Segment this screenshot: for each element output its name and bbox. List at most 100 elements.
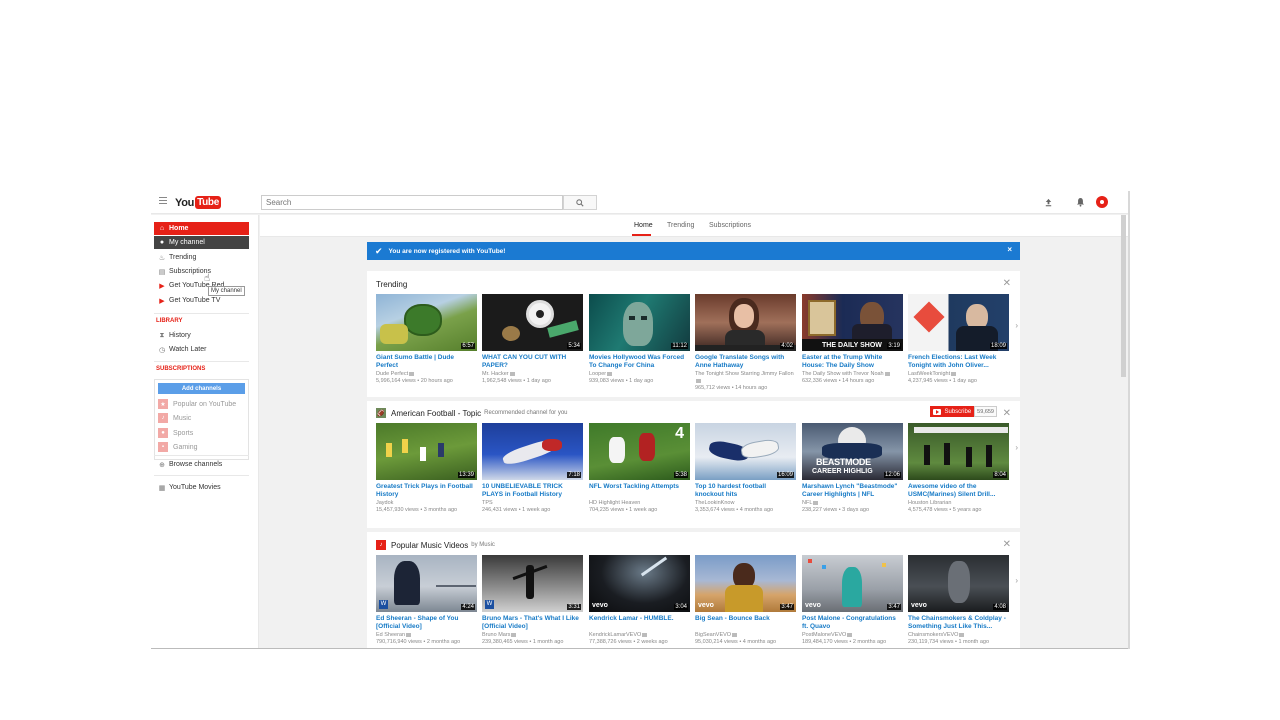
video-channel[interactable]: NFL	[802, 500, 903, 507]
video-channel[interactable]: Bruno Mars	[482, 632, 583, 639]
video-channel[interactable]: LastWeekTonight	[908, 371, 1009, 378]
video-title[interactable]: French Elections: Last Week Tonight with…	[908, 354, 1009, 370]
video-title[interactable]: Big Sean - Bounce Back	[695, 615, 796, 631]
video-tile[interactable]: vevo 3:47 Post Malone - Congratulations …	[802, 555, 903, 646]
video-title[interactable]: The Chainsmokers & Coldplay - Something …	[908, 615, 1009, 631]
video-tile[interactable]: 5:34 WHAT CAN YOU CUT WITH PAPER? Mr. Ha…	[482, 294, 583, 385]
search-button[interactable]	[563, 195, 597, 210]
guide-item-subscriptions[interactable]: ▤ Subscriptions	[154, 265, 249, 278]
video-tile[interactable]: 4:02 Google Translate Songs with Anne Ha…	[695, 294, 796, 392]
video-tile[interactable]: 7:18 10 UNBELIEVABLE TRICK PLAYS in Foot…	[482, 423, 583, 514]
video-title[interactable]: WHAT CAN YOU CUT WITH PAPER?	[482, 354, 583, 370]
video-tile[interactable]: vevo 3:47 Big Sean - Bounce Back BigSean…	[695, 555, 796, 646]
shelf-title[interactable]: Trending	[376, 280, 407, 289]
video-channel[interactable]: Jaydok	[376, 500, 477, 507]
chevron-right-icon[interactable]: ›	[1015, 576, 1018, 585]
guide-item-watch-later[interactable]: ◷ Watch Later	[154, 343, 249, 356]
video-channel[interactable]: Looper	[589, 371, 690, 378]
video-channel[interactable]: Mr. Hacker	[482, 371, 583, 378]
video-tile[interactable]: W 4:24 Ed Sheeran - Shape of You [Offici…	[376, 555, 477, 646]
video-thumbnail[interactable]: W 4:24	[376, 555, 477, 612]
video-tile[interactable]: vevo 4:08 The Chainsmokers & Coldplay - …	[908, 555, 1009, 646]
bell-icon[interactable]	[1074, 196, 1086, 208]
guide-item-browse-channels[interactable]: ⊕ Browse channels	[154, 458, 249, 471]
guide-item-trending[interactable]: ♨ Trending	[154, 251, 249, 264]
video-title[interactable]: Easter at the Trump White House: The Dai…	[802, 354, 903, 370]
video-tile[interactable]: 13:39 Greatest Trick Plays in Football H…	[376, 423, 477, 514]
guide-item-home[interactable]: ⌂ Home	[154, 222, 249, 235]
video-channel[interactable]: BigSeanVEVO	[695, 632, 796, 639]
video-tile[interactable]: 6:57 Giant Sumo Battle | Dude Perfect Du…	[376, 294, 477, 385]
search-input[interactable]	[261, 195, 563, 210]
video-channel[interactable]: Houston Librarian	[908, 500, 1009, 507]
video-thumbnail[interactable]: THE DAILY SHOW 3:19	[802, 294, 903, 351]
video-channel[interactable]: Ed Sheeran	[376, 632, 477, 639]
video-title[interactable]: Kendrick Lamar - HUMBLE.	[589, 615, 690, 631]
video-title[interactable]: Top 10 hardest football knockout hits	[695, 483, 796, 499]
shelf-title[interactable]: ♪ Popular Music Videos by Music	[376, 540, 495, 550]
video-thumbnail[interactable]: 7:18	[482, 423, 583, 480]
video-channel[interactable]: ChainsmokersVEVO	[908, 632, 1009, 639]
video-thumbnail[interactable]: 11:12	[589, 294, 690, 351]
avatar[interactable]	[1096, 196, 1108, 208]
close-icon[interactable]: ✕	[1003, 408, 1011, 419]
video-title[interactable]: Marshawn Lynch "Beastmode" Career Highli…	[802, 483, 903, 499]
video-channel[interactable]: HD Highlight Heaven	[589, 500, 690, 507]
video-channel[interactable]: The Daily Show with Trevor Noah	[802, 371, 903, 378]
sub-item-gaming[interactable]: ▪ Gaming	[158, 441, 246, 453]
close-icon[interactable]: ×	[1007, 245, 1012, 254]
video-thumbnail[interactable]: vevo 4:08	[908, 555, 1009, 612]
video-title[interactable]: Google Translate Songs with Anne Hathawa…	[695, 354, 796, 370]
video-thumbnail[interactable]: 4:02	[695, 294, 796, 351]
close-icon[interactable]: ✕	[1003, 278, 1011, 289]
hamburger-menu-icon[interactable]	[159, 197, 167, 206]
video-channel[interactable]: Dude Perfect	[376, 371, 477, 378]
video-title[interactable]: Post Malone - Congratulations ft. Quavo	[802, 615, 903, 631]
video-tile[interactable]: 18:09 French Elections: Last Week Tonigh…	[908, 294, 1009, 385]
video-thumbnail[interactable]: 5:34	[482, 294, 583, 351]
tab-trending[interactable]: Trending	[667, 222, 694, 229]
video-thumbnail[interactable]: 16:09	[695, 423, 796, 480]
video-channel[interactable]: The Tonight Show Starring Jimmy Fallon	[695, 371, 796, 385]
video-channel[interactable]: PostMaloneVEVO	[802, 632, 903, 639]
video-channel[interactable]: KendrickLamarVEVO	[589, 632, 690, 639]
chevron-right-icon[interactable]: ›	[1015, 321, 1018, 330]
video-thumbnail[interactable]: W 3:31	[482, 555, 583, 612]
video-tile[interactable]: BEASTMODE CAREER HIGHLIG 12:06 Marshawn …	[802, 423, 903, 514]
video-tile[interactable]: 8:04 Awesome video of the USMC(Marines) …	[908, 423, 1009, 514]
video-thumbnail[interactable]: 8:04	[908, 423, 1009, 480]
video-tile[interactable]: vevo 3:04 Kendrick Lamar - HUMBLE. Kendr…	[589, 555, 690, 646]
video-title[interactable]: Bruno Mars - That's What I Like [Officia…	[482, 615, 583, 631]
sub-item-sports[interactable]: ● Sports	[158, 427, 246, 439]
subscribe-button[interactable]: Subscribe 59,659	[930, 406, 997, 417]
video-title[interactable]: 10 UNBELIEVABLE TRICK PLAYS in Football …	[482, 483, 583, 499]
video-thumbnail[interactable]: 13:39	[376, 423, 477, 480]
video-title[interactable]: Ed Sheeran - Shape of You [Official Vide…	[376, 615, 477, 631]
video-thumbnail[interactable]: vevo 3:04	[589, 555, 690, 612]
video-title[interactable]: NFL Worst Tackling Attempts	[589, 483, 690, 499]
video-title[interactable]: Movies Hollywood Was Forced To Change Fo…	[589, 354, 690, 370]
close-icon[interactable]: ✕	[1003, 539, 1011, 550]
sub-item-music[interactable]: ♪ Music	[158, 412, 246, 424]
page-scrollbar[interactable]	[1121, 215, 1126, 648]
guide-item-history[interactable]: ⧗ History	[154, 329, 249, 342]
video-thumbnail[interactable]: 18:09	[908, 294, 1009, 351]
video-tile[interactable]: 4 5:38 NFL Worst Tackling Attempts HD Hi…	[589, 423, 690, 514]
upload-icon[interactable]	[1042, 196, 1054, 208]
video-thumbnail[interactable]: 4 5:38	[589, 423, 690, 480]
video-thumbnail[interactable]: 6:57	[376, 294, 477, 351]
video-channel[interactable]: TPS	[482, 500, 583, 507]
video-channel[interactable]: TheLookinKnow	[695, 500, 796, 507]
add-channels-button[interactable]: Add channels	[158, 383, 245, 394]
guide-item-youtube-movies[interactable]: ▦ YouTube Movies	[154, 481, 249, 494]
video-thumbnail[interactable]: vevo 3:47	[802, 555, 903, 612]
tab-home[interactable]: Home	[634, 222, 653, 229]
video-tile[interactable]: 16:09 Top 10 hardest football knockout h…	[695, 423, 796, 514]
video-thumbnail[interactable]: vevo 3:47	[695, 555, 796, 612]
video-title[interactable]: Greatest Trick Plays in Football History	[376, 483, 477, 499]
video-tile[interactable]: W 3:31 Bruno Mars - That's What I Like […	[482, 555, 583, 646]
sub-item-popular[interactable]: ★ Popular on YouTube	[158, 398, 246, 410]
video-title[interactable]: Awesome video of the USMC(Marines) Silen…	[908, 483, 1009, 499]
tab-subscriptions[interactable]: Subscriptions	[709, 222, 751, 229]
guide-item-my-channel[interactable]: ● My channel	[154, 236, 249, 249]
